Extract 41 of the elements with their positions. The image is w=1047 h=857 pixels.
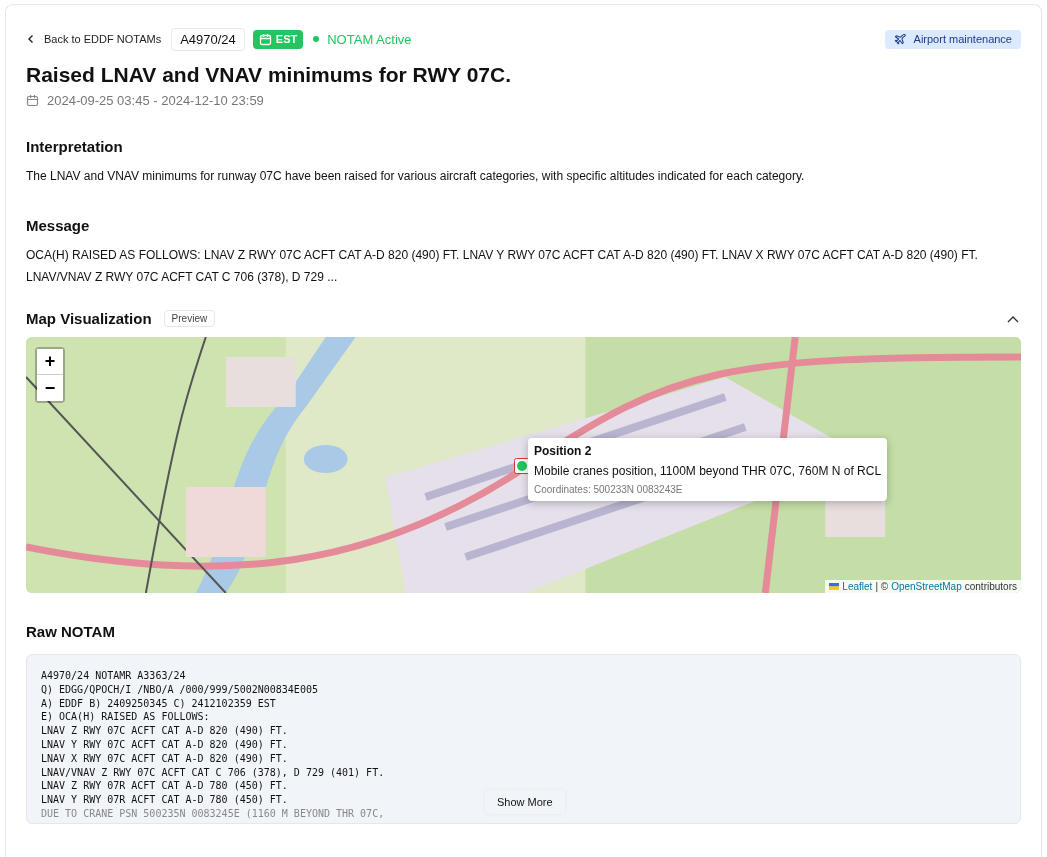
raw-notam-line: A) EDDF B) 2409250345 C) 2412102359 EST xyxy=(41,696,276,711)
raw-notam-line: LNAV Y RWY 07C ACFT CAT A-D 820 (490) FT. xyxy=(41,738,288,752)
popup-title: Position 2 xyxy=(534,444,593,458)
notam-id: A4970/24 xyxy=(171,27,245,51)
raw-notam-line: LNAV Y RWY 07R ACFT CAT A-D 780 (450) FT. xyxy=(41,793,288,807)
leaflet-link[interactable]: Leaflet xyxy=(842,581,873,592)
show-more-button[interactable]: Show More xyxy=(485,790,565,814)
raw-notam-line: A4970/24 NOTAMR A3363/24 xyxy=(41,669,186,683)
chevron-icon[interactable] xyxy=(1007,314,1019,323)
airplane-icon xyxy=(893,32,907,46)
chevron-left-icon xyxy=(26,34,36,44)
popup-coordinates: Coordinates: 500233N 0083243E xyxy=(534,484,684,495)
raw-notam-line: E) OCA(H) RAISED AS FOLLOWS: xyxy=(41,710,210,725)
raw-notam-line: LNAV Z RWY 07C ACFT CAT A-D 820 (490) FT. xyxy=(41,724,288,738)
section-heading: Map Visualization xyxy=(26,310,152,327)
section-heading: Raw NOTAM xyxy=(26,623,116,640)
openstreetmap-link[interactable]: OpenStreetMap xyxy=(891,581,962,592)
preview-badge: Preview xyxy=(163,310,216,327)
status-label: NOTAM Active xyxy=(313,31,412,47)
raw-notam-line: LNAV X RWY 07C ACFT CAT A-D 820 (490) FT. xyxy=(41,751,288,766)
section-heading: Interpretation xyxy=(26,138,124,155)
attribution-text: contributors xyxy=(964,581,1017,592)
raw-notam-line: LNAV/VNAV Z RWY 07C ACFT CAT C 706 (378), D 729 (401) FT. xyxy=(41,765,385,780)
attribution-separator: | © xyxy=(875,581,889,592)
popup-description: Mobile cranes position, 1100M beyond THR 07C, 760M N of RCL xyxy=(534,464,882,478)
raw-notam-line: Q) EDGG/QPOCH/I /NBO/A /000/999/5002N00834E005 xyxy=(41,682,318,697)
flag-icon xyxy=(829,583,840,590)
back-link[interactable]: Back to EDDF NOTAMs xyxy=(26,33,162,45)
category-tag: Airport maintenance xyxy=(884,29,1021,49)
zoom-out-button[interactable]: − xyxy=(37,375,63,401)
calendar-icon xyxy=(258,32,272,46)
interpretation-text: The LNAV and VNAV minimums for runway 07C have been raised for various aircraft categories, with specific altitudes indicated for each category. xyxy=(26,168,806,185)
validity-period: 2024-09-25 03:45 - 2024-12-10 23:59 xyxy=(47,93,264,108)
section-heading: Message xyxy=(26,217,91,234)
notam-title: Raised LNAV and VNAV minimums for RWY 07C. xyxy=(26,63,513,87)
calendar-icon xyxy=(26,94,39,107)
raw-notam-line: LNAV Z RWY 07R ACFT CAT A-D 780 (450) FT. xyxy=(41,779,288,794)
timezone-badge: EST xyxy=(252,29,304,49)
zoom-in-button[interactable]: + xyxy=(37,349,63,375)
message-text: OCA(H) RAISED AS FOLLOWS: LNAV Z RWY 07C ACFT CAT A-D 820 (490) FT. LNAV Y RWY 07C ACFT CAT A-D 820 (490) FT. LNAV X RWY 07C ACFT CAT A-D 820 (490) FT. LNAV/VNAV Z RWY 07C ACFT CAT C 706 (378), D 729 ... xyxy=(26,247,979,286)
raw-notam-line: DUE TO CRANE PSN 500235N 0083245E (1160 M BEYOND THR 07C, xyxy=(41,806,385,821)
